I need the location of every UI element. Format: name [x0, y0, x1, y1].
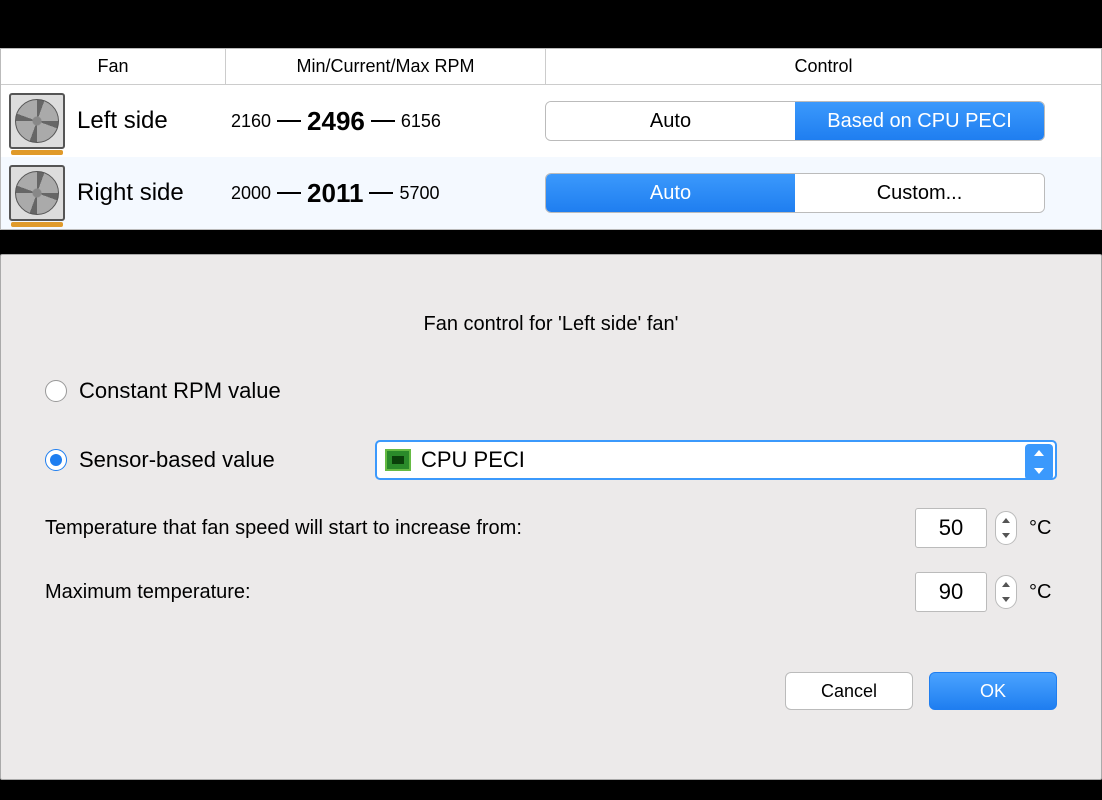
temp-max-label: Maximum temperature:: [45, 579, 915, 605]
header-fan: Fan: [1, 49, 226, 84]
unit-label: °C: [1029, 581, 1057, 604]
fan-table: Fan Min/Current/Max RPM Control Left sid…: [0, 48, 1102, 230]
control-sensor-button[interactable]: Based on CPU PECI: [795, 102, 1044, 140]
rpm-min: 2160: [231, 111, 271, 132]
control-segmented: Auto Custom...: [545, 173, 1045, 213]
rpm-current: 2011: [307, 178, 363, 209]
radio-icon[interactable]: [45, 449, 67, 471]
control-segmented: Auto Based on CPU PECI: [545, 101, 1045, 141]
radio-label: Sensor-based value: [79, 447, 275, 473]
dropdown-stepper-icon[interactable]: [1025, 444, 1053, 480]
cancel-button[interactable]: Cancel: [785, 672, 913, 710]
rpm-min: 2000: [231, 183, 271, 204]
fan-name: Left side: [77, 107, 225, 135]
radio-constant-rpm[interactable]: Constant RPM value: [45, 378, 1057, 404]
rpm-current: 2496: [307, 106, 365, 137]
temp-start-label: Temperature that fan speed will start to…: [45, 515, 915, 541]
radio-icon[interactable]: [45, 380, 67, 402]
stepper-icon[interactable]: [995, 575, 1017, 609]
fan-icon: [9, 93, 65, 149]
temp-max-input[interactable]: [915, 572, 987, 612]
sensor-select[interactable]: CPU PECI: [375, 440, 1057, 480]
sensor-selected-label: CPU PECI: [421, 447, 525, 473]
rpm-cell: 2000 2011 5700: [225, 178, 545, 209]
dash-icon: [277, 120, 301, 122]
ok-button[interactable]: OK: [929, 672, 1057, 710]
dash-icon: [371, 120, 395, 122]
cpu-chip-icon: [385, 449, 411, 471]
control-auto-button[interactable]: Auto: [546, 102, 795, 140]
header-rpm: Min/Current/Max RPM: [226, 49, 546, 84]
rpm-max: 5700: [399, 183, 439, 204]
header-control: Control: [546, 56, 1101, 77]
unit-label: °C: [1029, 517, 1057, 540]
table-header: Fan Min/Current/Max RPM Control: [1, 49, 1101, 85]
rpm-cell: 2160 2496 6156: [225, 106, 545, 137]
table-row: Left side 2160 2496 6156 Auto Based on C…: [1, 85, 1101, 157]
temp-start-input[interactable]: [915, 508, 987, 548]
rpm-max: 6156: [401, 111, 441, 132]
dash-icon: [277, 192, 301, 194]
control-custom-button[interactable]: Custom...: [795, 174, 1044, 212]
table-row: Right side 2000 2011 5700 Auto Custom...: [1, 157, 1101, 229]
stepper-icon[interactable]: [995, 511, 1017, 545]
radio-label: Constant RPM value: [79, 378, 281, 404]
fan-name: Right side: [77, 179, 225, 207]
dialog-title: Fan control for 'Left side' fan': [45, 313, 1057, 336]
dash-icon: [369, 192, 393, 194]
fan-control-dialog: Fan control for 'Left side' fan' Constan…: [0, 254, 1102, 780]
control-auto-button[interactable]: Auto: [546, 174, 795, 212]
radio-sensor-based[interactable]: Sensor-based value: [45, 447, 375, 473]
fan-icon: [9, 165, 65, 221]
